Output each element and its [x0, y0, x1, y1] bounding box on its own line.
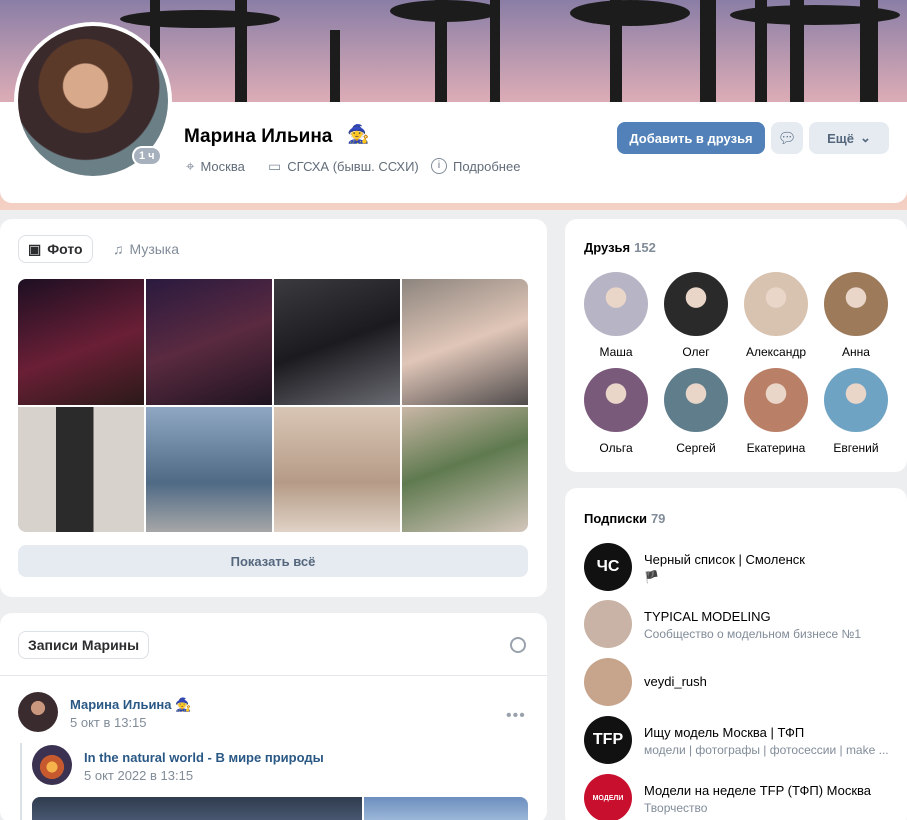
friend-item[interactable]: Ольга	[576, 368, 656, 455]
subscriptions-title[interactable]: Подписки 79	[584, 511, 665, 526]
friend-item[interactable]: Олег	[656, 272, 736, 359]
repost-source-name[interactable]: In the natural world - В мире природы	[84, 750, 324, 765]
wall-block: Записи Марины Марина Ильина 🧙 5 окт в 13…	[0, 613, 547, 820]
subscription-name[interactable]: Ищу модель Москва | ТФП	[644, 725, 804, 740]
avatar[interactable]: TFP	[584, 716, 632, 764]
location-icon: ⌖	[186, 158, 195, 175]
friends-count: 152	[634, 240, 656, 255]
friend-name[interactable]: Олег	[656, 345, 736, 359]
avatar[interactable]: МОДЕЛИ	[584, 774, 632, 820]
subscriptions-title-label: Подписки	[584, 511, 647, 526]
status-emoji: 🧙	[175, 697, 192, 712]
post-author[interactable]: Марина Ильина 🧙	[70, 697, 191, 713]
friends-block: Друзья 152 Маша Олег Александр Анна Ольга Серг…	[565, 219, 907, 472]
friend-item[interactable]: Маша	[576, 272, 656, 359]
profile-details-link[interactable]: i Подробнее	[431, 158, 520, 174]
subscriptions-block: Подписки 79 ЧС Черный список | Смоленск 🏴 TY…	[565, 488, 907, 820]
education-label: СГСХА (бывш. ССХИ)	[287, 159, 419, 174]
friend-item[interactable]: Анна	[816, 272, 896, 359]
avatar[interactable]	[824, 272, 888, 336]
photo-thumbnail[interactable]	[402, 407, 528, 532]
subscription-description: Сообщество о модельном бизнесе №1	[644, 627, 862, 641]
photo-thumbnail[interactable]	[402, 279, 528, 405]
post-image[interactable]	[364, 797, 528, 820]
tab-wall-posts[interactable]: Записи Марины	[18, 631, 150, 659]
image-icon: ▣	[28, 240, 42, 257]
search-icon[interactable]	[510, 637, 526, 653]
avatar[interactable]: ЧС	[584, 543, 632, 591]
photo-thumbnail[interactable]	[274, 279, 400, 405]
avatar[interactable]	[664, 272, 728, 336]
photo-thumbnail[interactable]	[274, 407, 400, 532]
friends-title-label: Друзья	[584, 240, 631, 255]
avatar[interactable]	[584, 272, 648, 336]
repost-source-avatar[interactable]	[32, 745, 72, 785]
message-icon: 💬︎	[777, 130, 797, 147]
subscription-description: модели | фотографы | фотосессии | make .…	[644, 743, 889, 757]
chevron-down-icon: ⌄	[859, 130, 871, 145]
avatar[interactable]	[744, 272, 808, 336]
online-badge: 1 ч	[132, 146, 162, 166]
tab-music-label: Музыка	[129, 241, 180, 257]
avatar[interactable]	[664, 368, 728, 432]
education-icon: ▭	[268, 158, 282, 174]
add-friend-button[interactable]: Добавить в друзья	[617, 122, 765, 154]
info-icon: i	[431, 158, 447, 174]
tab-photos[interactable]: ▣ Фото	[18, 235, 93, 263]
avatar[interactable]	[584, 368, 648, 432]
divider	[0, 675, 547, 676]
avatar[interactable]	[824, 368, 888, 432]
subscription-name[interactable]: Модели на неделе TFP (ТФП) Москва	[644, 783, 871, 798]
tab-photos-label: Фото	[47, 241, 83, 257]
repost-indicator	[20, 743, 22, 820]
friend-item[interactable]: Александр	[736, 272, 816, 359]
photo-grid	[18, 279, 528, 532]
more-button[interactable]: Ещё ⌄	[809, 122, 889, 154]
subscription-description: Творчество	[644, 801, 708, 815]
avatar[interactable]	[584, 600, 632, 648]
friends-title[interactable]: Друзья 152	[584, 240, 656, 255]
friend-name[interactable]: Маша	[576, 345, 656, 359]
subscription-description: 🏴	[644, 570, 659, 584]
city-label: Москва	[200, 159, 245, 174]
photos-block: ▣ Фото ♫ Музыка Показать всё	[0, 219, 547, 597]
avatar[interactable]	[584, 658, 632, 706]
friend-item[interactable]: Евгений	[816, 368, 896, 455]
subscriptions-count: 79	[650, 511, 666, 526]
avatar[interactable]	[744, 368, 808, 432]
music-icon: ♫	[113, 241, 124, 257]
profile-city: ⌖ Москва	[186, 158, 245, 175]
friend-item[interactable]: Екатерина	[736, 368, 816, 455]
post-author-avatar[interactable]	[18, 692, 58, 732]
subscription-name[interactable]: veydi_rush	[644, 674, 707, 689]
details-label[interactable]: Подробнее	[453, 159, 520, 174]
more-options-icon[interactable]: •••	[506, 707, 526, 725]
friend-name[interactable]: Ольга	[576, 441, 656, 455]
post-author-name[interactable]: Марина Ильина	[70, 697, 172, 712]
subscription-name[interactable]: Черный список | Смоленск	[644, 552, 805, 567]
online-badge-label: 1 ч	[134, 148, 160, 164]
more-label: Ещё	[827, 130, 854, 146]
post-image[interactable]	[32, 797, 362, 820]
photo-thumbnail[interactable]	[18, 407, 144, 532]
photo-thumbnail[interactable]	[146, 407, 272, 532]
subscription-name[interactable]: TYPICAL MODELING	[644, 609, 771, 624]
profile-education: ▭ СГСХА (бывш. ССХИ)	[268, 158, 419, 175]
friend-name[interactable]: Анна	[816, 345, 896, 359]
friend-name[interactable]: Евгений	[816, 441, 896, 455]
show-all-photos-button[interactable]: Показать всё	[18, 545, 528, 577]
tab-music[interactable]: ♫ Музыка	[104, 235, 188, 263]
message-button[interactable]: 💬︎	[771, 122, 803, 154]
status-emoji: 🧙	[347, 124, 370, 144]
profile-name: Марина Ильина	[184, 126, 333, 147]
photo-thumbnail[interactable]	[146, 279, 272, 405]
photo-thumbnail[interactable]	[18, 279, 144, 405]
post-date[interactable]: 5 окт в 13:15	[70, 715, 147, 730]
friend-name[interactable]: Сергей	[656, 441, 736, 455]
repost-date[interactable]: 5 окт 2022 в 13:15	[84, 768, 193, 783]
friend-name[interactable]: Александр	[736, 345, 816, 359]
friend-item[interactable]: Сергей	[656, 368, 736, 455]
friend-name[interactable]: Екатерина	[736, 441, 816, 455]
